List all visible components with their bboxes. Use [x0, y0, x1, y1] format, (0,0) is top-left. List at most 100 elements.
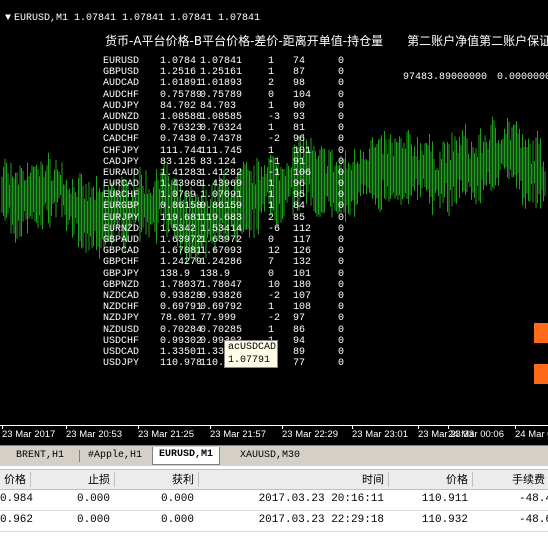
pair-spread: 1: [268, 67, 275, 79]
crosshair-price: 1.07791: [228, 355, 271, 366]
pair-symbol: NZDUSD: [103, 324, 140, 336]
pair-position: 0: [338, 212, 345, 224]
pair-position: 0: [338, 346, 345, 358]
pair-price-a: 83.125: [160, 156, 197, 168]
pair-price-a: 111.744: [160, 145, 203, 157]
trade-price: 110.911: [421, 493, 468, 505]
trade-stop-loss: 0.000: [76, 493, 110, 505]
pair-price-b: 84.703: [200, 100, 237, 112]
pair-symbol: GBPNZD: [103, 279, 140, 291]
chart-tab[interactable]: #Apple,H1: [82, 448, 148, 464]
pair-price-b: 138.9: [200, 268, 231, 280]
time-label: 24 Mar 00:38: [515, 429, 548, 440]
pair-position: 0: [338, 335, 345, 347]
pair-distance: 74: [293, 56, 306, 67]
pair-price-a: 0.93828: [160, 290, 203, 302]
pair-symbol: USDCHF: [103, 335, 140, 347]
header-commission[interactable]: 手续费: [472, 471, 548, 488]
pair-distance: 180: [293, 279, 312, 291]
trade-price-open: 0.962: [0, 514, 34, 526]
pair-position: 0: [338, 223, 345, 235]
pair-position: 0: [338, 111, 345, 123]
pair-symbol: EURNZD: [103, 223, 140, 235]
pair-symbol: GBPJPY: [103, 268, 140, 280]
pair-spread: -2: [268, 313, 281, 325]
header-price-open[interactable]: 价格: [0, 471, 26, 488]
ea-title: 货币-A平台价格-B平台价格-差价-距离开单值-持仓量 第二账户净值第二账户保证: [105, 32, 548, 49]
pair-spread: -6: [268, 223, 281, 235]
chart-tab[interactable]: EURUSD,M1: [152, 447, 221, 465]
pair-price-a: 1.01891: [160, 78, 203, 90]
pair-price-b: 1.67093: [200, 246, 243, 258]
pair-price-b: 119.683: [200, 212, 243, 224]
pair-symbol: CADJPY: [103, 156, 140, 168]
pair-position: 0: [338, 56, 345, 67]
pair-distance: 104: [293, 89, 312, 101]
pair-spread: 2: [268, 212, 275, 224]
header-take-profit[interactable]: 获利: [114, 471, 194, 488]
pair-spread: 12: [268, 246, 281, 258]
pair-price-a: 1.0784: [160, 56, 197, 67]
price-chart[interactable]: ▼ EURUSD,M1 1.07841 1.07841 1.07841 1.078…: [0, 0, 548, 445]
trade-price: 110.932: [421, 514, 468, 526]
pair-position: 0: [338, 235, 345, 246]
pair-spread: 1: [268, 179, 275, 191]
pair-distance: 126: [293, 246, 312, 258]
pair-spread: -2: [268, 290, 281, 302]
time-label: 23 Mar 20:53: [66, 429, 122, 440]
pair-price-b: 0.76324: [200, 123, 243, 135]
pair-distance: 108: [293, 302, 312, 314]
symbol-header-text: EURUSD,M1 1.07841 1.07841 1.07841 1.0784…: [14, 13, 261, 24]
trade-table-header: 价格 止损 获利 时间 价格 手续费: [0, 469, 548, 490]
account-values: 97483.89000000 0.0000000: [403, 72, 548, 83]
trade-time: 2017.03.23 20:16:11: [258, 493, 384, 505]
pair-spread: -1: [268, 156, 281, 168]
chart-tab[interactable]: XAUUSD,M30: [234, 448, 306, 464]
pair-price-b: 0.75789: [200, 89, 243, 101]
trade-marker[interactable]: [534, 323, 548, 343]
pair-spread: 2: [268, 78, 275, 90]
pair-price-a: 1.41283: [160, 167, 203, 179]
trade-row[interactable]: 0.962 0.000 0.000 2017.03.23 22:29:18 110.93…: [0, 510, 548, 532]
pair-symbol: GBPCAD: [103, 246, 140, 258]
pair-symbol: USDCAD: [103, 346, 140, 358]
pair-distance: 101: [293, 268, 312, 280]
pair-distance: 95: [293, 190, 306, 202]
pair-symbol: AUDUSD: [103, 123, 140, 135]
pair-position: 0: [338, 179, 345, 191]
trade-marker[interactable]: [534, 364, 548, 384]
pair-spread: 1: [268, 145, 275, 157]
pair-symbol: CHFJPY: [103, 145, 140, 157]
pair-symbol: EURCHF: [103, 190, 140, 202]
pair-symbol: EURUSD: [103, 56, 140, 67]
pair-price-a: 1.78037: [160, 279, 203, 291]
pair-position: 0: [338, 89, 345, 101]
pair-price-b: 1.07841: [200, 56, 243, 67]
pair-distance: 84: [293, 201, 306, 213]
trade-row[interactable]: 0.984 0.000 0.000 2017.03.23 20:16:11 110.91…: [0, 489, 548, 511]
pair-price-b: 0.74378: [200, 134, 243, 146]
pair-price-b: 0.70285: [200, 324, 243, 336]
pair-price-a: 0.70284: [160, 324, 203, 336]
header-price[interactable]: 价格: [388, 471, 468, 488]
pair-spread: 1: [268, 324, 275, 336]
chart-tab[interactable]: BRENT,H1: [10, 448, 70, 464]
pair-spread: 0: [268, 268, 275, 280]
header-time[interactable]: 时间: [198, 471, 384, 488]
pair-position: 0: [338, 123, 345, 135]
pair-price-a: 1.63972: [160, 235, 203, 246]
header-stop-loss[interactable]: 止损: [30, 471, 110, 488]
pair-price-a: 0.86158: [160, 201, 203, 213]
pair-price-a: 84.702: [160, 100, 197, 112]
dropdown-arrow-icon[interactable]: ▼: [5, 13, 11, 24]
trade-commission: -48.6: [518, 514, 548, 526]
pair-distance: 93: [293, 111, 306, 123]
pair-price-a: 1.67081: [160, 246, 203, 258]
pair-symbol: NZDCAD: [103, 290, 140, 302]
pair-price-a: 1.0709: [160, 190, 197, 202]
pair-distance: 91: [293, 156, 306, 168]
pair-position: 0: [338, 268, 345, 280]
pair-symbol: AUDCAD: [103, 78, 140, 90]
pair-price-b: 77.999: [200, 313, 237, 325]
pair-symbol: AUDCHF: [103, 89, 140, 101]
